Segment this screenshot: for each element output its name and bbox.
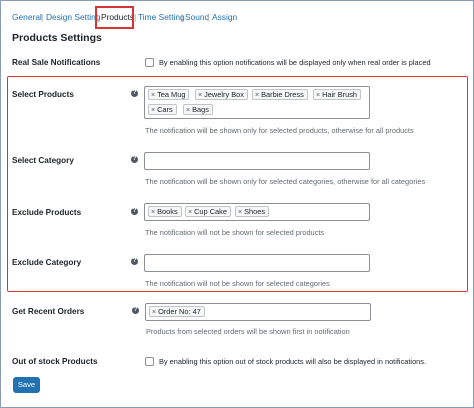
real-sale-checkbox-text: By enabling this option notifications wi… bbox=[159, 58, 431, 67]
out-of-stock-checkbox-text: By enabling this option out of stock pro… bbox=[159, 357, 427, 366]
active-tab-highlight bbox=[95, 6, 134, 29]
tab-separator: | bbox=[207, 12, 210, 22]
real-sale-checkbox[interactable] bbox=[145, 58, 154, 67]
recent-orders-description: Products from selected orders will be sh… bbox=[146, 327, 350, 336]
settings-panel: General | Design Setting | Products | Ti… bbox=[0, 0, 474, 408]
tab-design-setting[interactable]: Design Setting bbox=[46, 10, 100, 24]
page-title: Products Settings bbox=[12, 32, 102, 44]
help-icon[interactable]: ? bbox=[132, 307, 139, 314]
remove-token-icon[interactable]: × bbox=[152, 309, 156, 316]
tab-separator: | bbox=[41, 12, 44, 22]
token-label: Order No: 47 bbox=[158, 307, 201, 316]
out-of-stock-label: Out of stock Products bbox=[12, 357, 98, 366]
out-of-stock-checkbox[interactable] bbox=[145, 357, 154, 366]
recent-orders-label: Get Recent Orders bbox=[12, 307, 85, 316]
recent-orders-field[interactable]: × Order No: 47 bbox=[145, 303, 371, 321]
tab-general[interactable]: General bbox=[12, 10, 42, 24]
tab-separator: | bbox=[134, 12, 137, 22]
save-button[interactable]: Save bbox=[13, 377, 40, 393]
order-token: × Order No: 47 bbox=[149, 306, 205, 317]
tab-sound[interactable]: Sound bbox=[185, 10, 209, 24]
highlight-box bbox=[7, 76, 468, 292]
tab-time-setting[interactable]: Time Setting bbox=[138, 10, 185, 24]
real-sale-label: Real Sale Notifications bbox=[12, 58, 101, 67]
tab-separator: | bbox=[181, 12, 184, 22]
tab-assign[interactable]: Assign bbox=[212, 10, 237, 24]
